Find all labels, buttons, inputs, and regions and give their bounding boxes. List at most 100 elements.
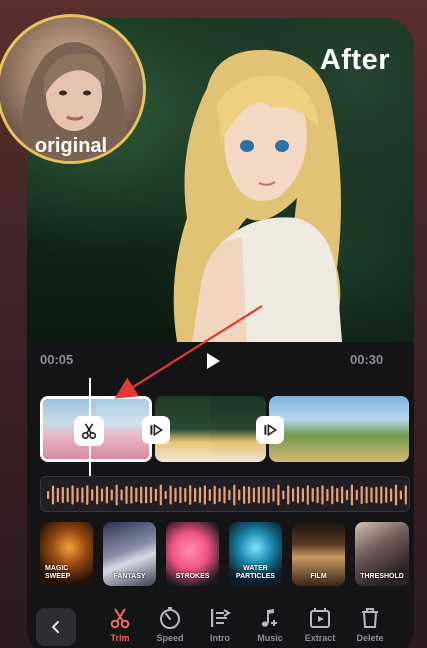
effect-label: FILM: [310, 573, 327, 580]
transition-button-2[interactable]: [256, 416, 284, 444]
waveform-bar: [194, 487, 197, 503]
waveform-bar: [399, 490, 402, 500]
trash-icon: [362, 608, 378, 628]
waveform-bar: [243, 485, 246, 505]
waveform-bar: [370, 487, 373, 503]
waveform-bar: [394, 484, 398, 506]
tool-label: Speed: [156, 633, 184, 643]
transition-icon: [150, 423, 164, 437]
tool-intro[interactable]: Intro: [194, 606, 246, 643]
waveform-bar: [360, 485, 363, 505]
waveform-bar: [223, 486, 226, 504]
split-button[interactable]: [74, 416, 104, 446]
waveform-bar: [341, 486, 344, 504]
play-icon[interactable]: [205, 352, 221, 370]
waveform-bar: [86, 485, 89, 505]
waveform-bar: [100, 488, 104, 502]
tool-label: Trim: [110, 633, 130, 643]
waveform-bar: [296, 486, 300, 504]
waveform-bar: [287, 485, 290, 505]
waveform-bar: [380, 486, 383, 504]
effect-strokes[interactable]: STROKES: [166, 522, 219, 586]
waveform-bar: [135, 487, 138, 503]
waveform-bar: [238, 489, 241, 501]
tool-label: Delete: [356, 633, 384, 643]
waveform-bar: [331, 485, 334, 505]
waveform-bar: [125, 486, 128, 504]
waveform-bar: [159, 484, 162, 506]
waveform-bar: [76, 487, 79, 503]
chevron-left-icon: [52, 621, 59, 633]
waveform-bar: [208, 489, 211, 501]
clip-frame: [362, 396, 409, 462]
waveform-bar: [311, 488, 314, 502]
back-button[interactable]: [36, 608, 76, 646]
effect-label: STROKES: [175, 573, 210, 580]
effects-strip: MAGIC SWEEP FANTASY STROKES WATER PARTIC…: [40, 522, 420, 586]
effect-threshold[interactable]: THRESHOLD: [355, 522, 409, 586]
tool-speed[interactable]: Speed: [144, 606, 196, 643]
tool-trim[interactable]: Trim: [94, 606, 146, 643]
waveform-bars: [47, 484, 407, 506]
waveform-bar: [56, 487, 59, 503]
waveform-bar: [404, 485, 407, 505]
waveform-bar: [198, 487, 202, 503]
waveform-bar: [115, 484, 118, 506]
effect-label: FANTASY: [113, 573, 146, 580]
effect-water-particles[interactable]: WATER PARTICLES: [229, 522, 282, 586]
waveform-bar: [179, 486, 182, 504]
speedometer-icon: [160, 607, 180, 629]
waveform-bar: [350, 484, 353, 506]
effect-magic-sweep[interactable]: MAGIC SWEEP: [40, 522, 93, 586]
waveform-bar: [213, 485, 216, 505]
clip-dogs[interactable]: [269, 396, 409, 462]
clip-frame: [315, 396, 363, 462]
music-note-icon: [261, 609, 277, 627]
scissors-icon: [110, 608, 130, 629]
tool-delete[interactable]: Delete: [344, 606, 396, 643]
waveform-bar: [91, 489, 94, 501]
waveform-bar: [267, 486, 270, 504]
clip-girl[interactable]: [155, 396, 266, 462]
waveform-bar: [120, 489, 123, 501]
waveform-bar: [169, 485, 172, 505]
tool-label: Intro: [210, 633, 230, 643]
waveform-bar: [262, 486, 265, 504]
waveform-bar: [301, 488, 304, 502]
waveform-bar: [321, 485, 324, 505]
waveform-bar: [149, 486, 153, 504]
tool-extract[interactable]: Extract: [294, 606, 346, 643]
waveform-bar: [105, 486, 108, 504]
waveform-bar: [292, 488, 295, 502]
waveform-bar: [184, 487, 187, 503]
waveform-bar: [233, 484, 236, 506]
audio-waveform[interactable]: [40, 476, 410, 512]
tool-label: Extract: [304, 633, 336, 643]
waveform-bar: [61, 486, 64, 504]
waveform-bar: [306, 485, 309, 505]
waveform-bar: [257, 486, 260, 504]
waveform-bar: [96, 485, 99, 505]
extract-icon: [310, 608, 330, 628]
effect-fantasy[interactable]: FANTASY: [103, 522, 156, 586]
scissors-icon: [81, 423, 97, 440]
waveform-bar: [71, 485, 74, 505]
waveform-bar: [228, 489, 231, 501]
waveform-bar: [154, 488, 157, 502]
tool-music[interactable]: Music: [244, 606, 296, 643]
effect-label: WATER PARTICLES: [235, 565, 276, 580]
waveform-bar: [316, 486, 319, 504]
after-label: After: [319, 44, 390, 76]
transition-button-1[interactable]: [142, 416, 170, 444]
waveform-bar: [336, 487, 339, 503]
original-label: original: [34, 135, 108, 157]
waveform-bar: [218, 488, 221, 502]
waveform-bar: [252, 487, 255, 503]
total-time: 00:30: [350, 352, 384, 367]
waveform-bar: [365, 486, 368, 504]
effect-film[interactable]: FILM: [292, 522, 345, 586]
effect-label: MAGIC SWEEP: [45, 565, 71, 580]
waveform-bar: [145, 486, 148, 504]
effect-label: THRESHOLD: [360, 573, 404, 580]
waveform-bar: [375, 486, 378, 504]
